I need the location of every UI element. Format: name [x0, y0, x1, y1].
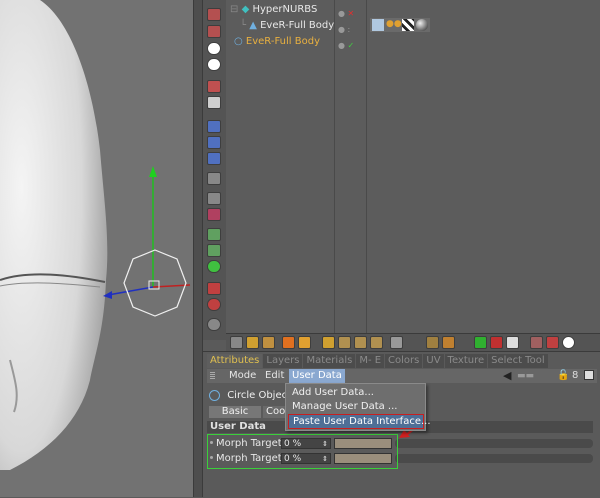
3d-viewport[interactable]	[0, 0, 193, 497]
object-label: Circle Object	[227, 390, 292, 401]
new-window-icon[interactable]	[584, 370, 594, 380]
edit-icon[interactable]	[390, 336, 403, 349]
menu-item-add-user-data[interactable]: Add User Data...	[292, 386, 374, 399]
circle-spline-icon	[209, 389, 220, 401]
sphere-icon[interactable]	[207, 58, 221, 71]
menu-item-paste-user-data-interface[interactable]: Paste User Data Interface...	[288, 414, 431, 429]
lock-icon[interactable]: 🔓	[557, 370, 569, 382]
texture-tag-icon[interactable]	[402, 19, 414, 31]
om-toolbar	[226, 333, 600, 352]
edges-mode-icon[interactable]	[207, 136, 221, 149]
tags-row: ●●	[370, 18, 430, 32]
workplane-icon[interactable]	[207, 244, 221, 257]
move-tool-icon[interactable]	[207, 80, 221, 93]
timeline-icon[interactable]	[442, 336, 455, 349]
object-row-ever-body[interactable]: └ ▲ EveR-Full Body	[240, 18, 334, 34]
object-name: HyperNURBS	[252, 4, 318, 15]
hypernurbs-icon: ◆	[241, 4, 250, 15]
move-icon[interactable]	[338, 336, 351, 349]
keyframe-icon[interactable]	[426, 336, 439, 349]
tab-m-e[interactable]: M- E	[356, 354, 385, 368]
sphere-icon[interactable]	[207, 42, 221, 55]
light-icon[interactable]	[562, 336, 575, 349]
record-icon[interactable]	[207, 298, 221, 311]
render-settings-icon[interactable]	[230, 336, 243, 349]
user-data-menu: Add User Data... Manage User Data ... Pa…	[285, 383, 431, 431]
grid-icon[interactable]	[262, 336, 275, 349]
tab-basic[interactable]: Basic	[209, 406, 261, 418]
tag-icon[interactable]	[372, 19, 384, 31]
object-name: EveR-Full Body	[260, 20, 335, 31]
scale-icon[interactable]	[354, 336, 367, 349]
nav-arrows-icon[interactable]: ▬▬	[517, 370, 534, 382]
visibility-dots[interactable]: ● ✕ ● : ● ✓	[338, 6, 354, 54]
object-header: Circle Object	[209, 389, 291, 403]
magnet-icon[interactable]	[207, 208, 221, 221]
pointer-icon[interactable]	[246, 336, 259, 349]
object-manager[interactable]: ⊟ ◆ HyperNURBS └ ▲ EveR-Full Body ○ EveR…	[226, 0, 600, 333]
slider-track[interactable]	[395, 454, 593, 463]
star-add-icon[interactable]	[546, 336, 559, 349]
redo-icon[interactable]	[207, 25, 221, 38]
stop-icon[interactable]	[490, 336, 503, 349]
circle-spline	[123, 249, 187, 317]
object-row-circle[interactable]: ○ EveR-Full Body	[234, 34, 320, 50]
tab-materials[interactable]: Materials	[303, 354, 356, 368]
polygon-object-icon: ▲	[249, 20, 257, 31]
object-name: EveR-Full Body	[245, 36, 320, 47]
menu-user-data[interactable]: User Data	[289, 369, 345, 383]
tool-palette	[203, 0, 227, 340]
manager-tabs: Attributes Layers Materials M- E Colors …	[207, 354, 548, 368]
back-arrow-icon[interactable]: ◀	[503, 370, 511, 382]
menu-mode[interactable]: Mode	[229, 369, 256, 383]
rotate-icon[interactable]	[370, 336, 383, 349]
grip-icon	[210, 372, 215, 380]
add-icon[interactable]	[322, 336, 335, 349]
points-mode-icon[interactable]	[207, 120, 221, 133]
snap-icon[interactable]	[207, 282, 221, 295]
enable-icon[interactable]	[207, 260, 221, 273]
axis-tool-icon[interactable]	[207, 172, 221, 185]
morph-targets-highlight	[207, 434, 398, 469]
attribute-menubar: Mode Edit User Data ◀ ▬▬ 🔓 8	[207, 369, 597, 383]
star-icon[interactable]	[298, 336, 311, 349]
splitter[interactable]	[193, 0, 203, 497]
menu-item-manage-user-data[interactable]: Manage User Data ...	[292, 400, 397, 413]
circle-spline-icon: ○	[234, 36, 243, 47]
texture-mode-icon[interactable]	[207, 228, 221, 241]
tweak-icon[interactable]	[207, 192, 221, 205]
tab-layers[interactable]: Layers	[263, 354, 303, 368]
polygons-mode-icon[interactable]	[207, 152, 221, 165]
face-model	[0, 0, 191, 470]
favorite-icon[interactable]	[530, 336, 543, 349]
key-icon[interactable]	[506, 336, 519, 349]
tag-icon[interactable]: ●●	[386, 19, 402, 29]
tab-colors[interactable]: Colors	[385, 354, 423, 368]
scale-tool-icon[interactable]	[207, 96, 221, 109]
tab-select-tool[interactable]: Select Tool	[488, 354, 548, 368]
undo-icon[interactable]	[207, 8, 221, 21]
tab-uv[interactable]: UV	[423, 354, 444, 368]
menu-edit[interactable]: Edit	[265, 369, 284, 383]
slider-track[interactable]	[395, 439, 593, 448]
object-mode-icon[interactable]	[282, 336, 295, 349]
dial-icon[interactable]: 8	[572, 369, 578, 383]
object-row-hypernurbs[interactable]: ⊟ ◆ HyperNURBS	[230, 2, 317, 18]
tab-texture[interactable]: Texture	[444, 354, 488, 368]
play-icon[interactable]	[474, 336, 487, 349]
render-icon[interactable]	[207, 318, 221, 331]
tab-attributes[interactable]: Attributes	[207, 354, 263, 368]
material-tag-icon[interactable]	[416, 19, 428, 31]
